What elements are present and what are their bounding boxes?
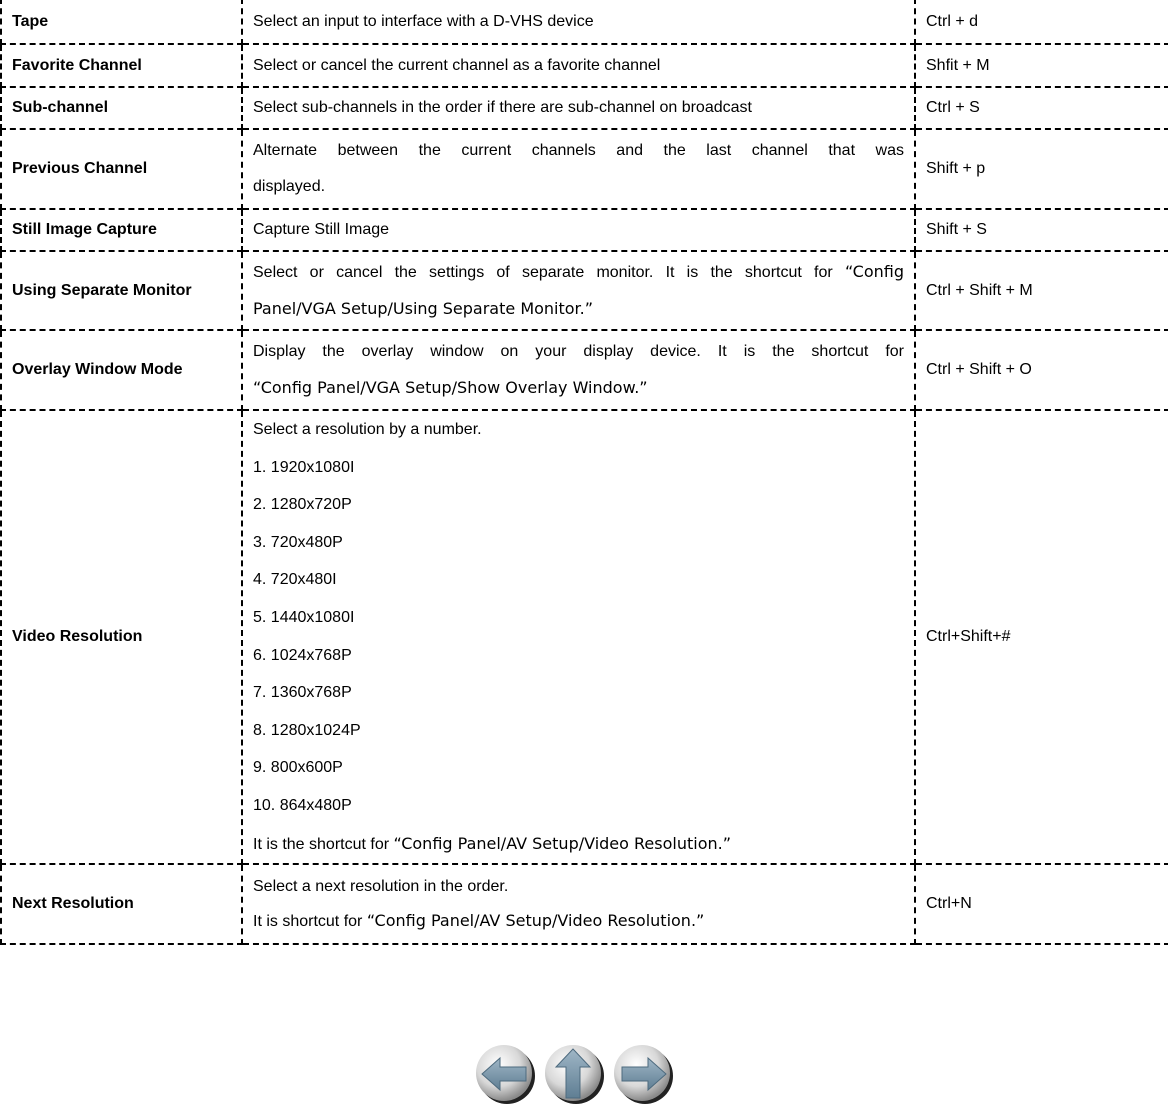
description-line: displayed. [253,178,326,195]
table-row: Overlay Window Mode Display the overlay … [0,329,1168,411]
function-name: Overlay Window Mode [0,329,243,411]
description-line: Select a resolution by a number. [253,421,482,438]
resolution-item: 3. 720x480P [253,533,343,551]
shortcut-table: Tape Select an input to interface with a… [0,0,1168,946]
table-row: Next Resolution Select a next resolution… [0,863,1168,946]
function-description: Capture Still Image [241,208,916,252]
function-description: Alternate between the current channels a… [241,128,916,210]
resolution-item: 10. 864x480P [253,796,352,814]
function-name: Still Image Capture [0,208,243,252]
function-description: Select a resolution by a number. 1. 1920… [241,408,916,866]
function-description: Select or cancel the current channel as … [241,43,916,88]
shortcut-key: Ctrl+Shift+# [914,408,1168,866]
shortcut-key: Ctrl + d [914,0,1168,45]
menu-reference: “Config Panel/AV Setup/Video Resolution.… [393,833,732,853]
table-row: Using Separate Monitor Select or cancel … [0,250,1168,331]
function-name: Favorite Channel [0,43,243,88]
table-row: Favorite Channel Select or cancel the cu… [0,43,1168,88]
resolution-item: 4. 720x480I [253,571,337,589]
shortcut-key: Ctrl + Shift + M [914,250,1168,331]
function-name: Video Resolution [0,408,243,866]
shortcut-key: Shift + S [914,208,1168,252]
shortcut-key: Ctrl + S [914,86,1168,130]
arrow-left-icon [476,1045,535,1104]
shortcut-key: Ctrl+N [914,863,1168,946]
table-row: Tape Select an input to interface with a… [0,0,1168,45]
menu-reference: “Config Panel/VGA Setup/Show Overlay Win… [253,378,648,397]
description-line: It is shortcut for “Config Panel/AV Setu… [253,904,904,939]
description-line: Select a next resolution in the order. [253,877,509,895]
shortcut-key: Shift + p [914,128,1168,210]
shortcut-key: Shfit + M [914,43,1168,88]
function-name: Tape [0,0,243,45]
shortcut-key: Ctrl + Shift + O [914,329,1168,411]
resolution-item: 8. 1280x1024P [253,721,361,739]
description-text: It is shortcut for [253,912,367,930]
arrow-right-icon [614,1045,673,1104]
function-description: Select an input to interface with a D-VH… [241,0,916,45]
function-name: Next Resolution [0,863,243,946]
arrow-up-icon [545,1045,604,1104]
menu-reference: Panel/VGA Setup/Using Separate Monitor.” [253,299,594,318]
table-row: Previous Channel Alternate between the c… [0,128,1168,210]
resolution-item: 2. 1280x720P [253,496,352,514]
resolution-item: 7. 1360x768P [253,684,352,702]
description-line: It is the shortcut for “Config Panel/AV … [253,825,904,864]
function-name: Previous Channel [0,128,243,210]
table-row: Video Resolution Select a resolution by … [0,408,1168,866]
next-page-button[interactable] [612,1043,674,1105]
resolution-item: 9. 800x600P [253,759,343,777]
resolution-item: 5. 1440x1080I [253,608,355,626]
description-text: It is the shortcut for [253,835,394,853]
function-description: Select a next resolution in the order. I… [241,863,916,946]
function-description: Display the overlay window on your displ… [241,329,916,411]
description-line: Display the overlay window on your displ… [253,343,904,360]
previous-page-button[interactable] [474,1043,536,1105]
table-row: Sub-channel Select sub-channels in the o… [0,86,1168,130]
description-line: Select or cancel the settings of separat… [253,254,904,291]
function-description: Select or cancel the settings of separat… [241,250,916,331]
function-description: Select sub-channels in the order if ther… [241,86,916,130]
menu-reference: “Config Panel/AV Setup/Video Resolution.… [366,910,705,930]
function-name: Using Separate Monitor [0,250,243,331]
resolution-item: 1. 1920x1080I [253,458,355,476]
resolution-item: 6. 1024x768P [253,646,352,664]
menu-reference: “Config [844,262,904,281]
up-page-button[interactable] [543,1043,605,1105]
description-line: Alternate between the current channels a… [253,142,904,159]
description-text: Select or cancel the settings of separat… [253,264,845,281]
table-row: Still Image Capture Capture Still Image … [0,208,1168,252]
function-name: Sub-channel [0,86,243,130]
